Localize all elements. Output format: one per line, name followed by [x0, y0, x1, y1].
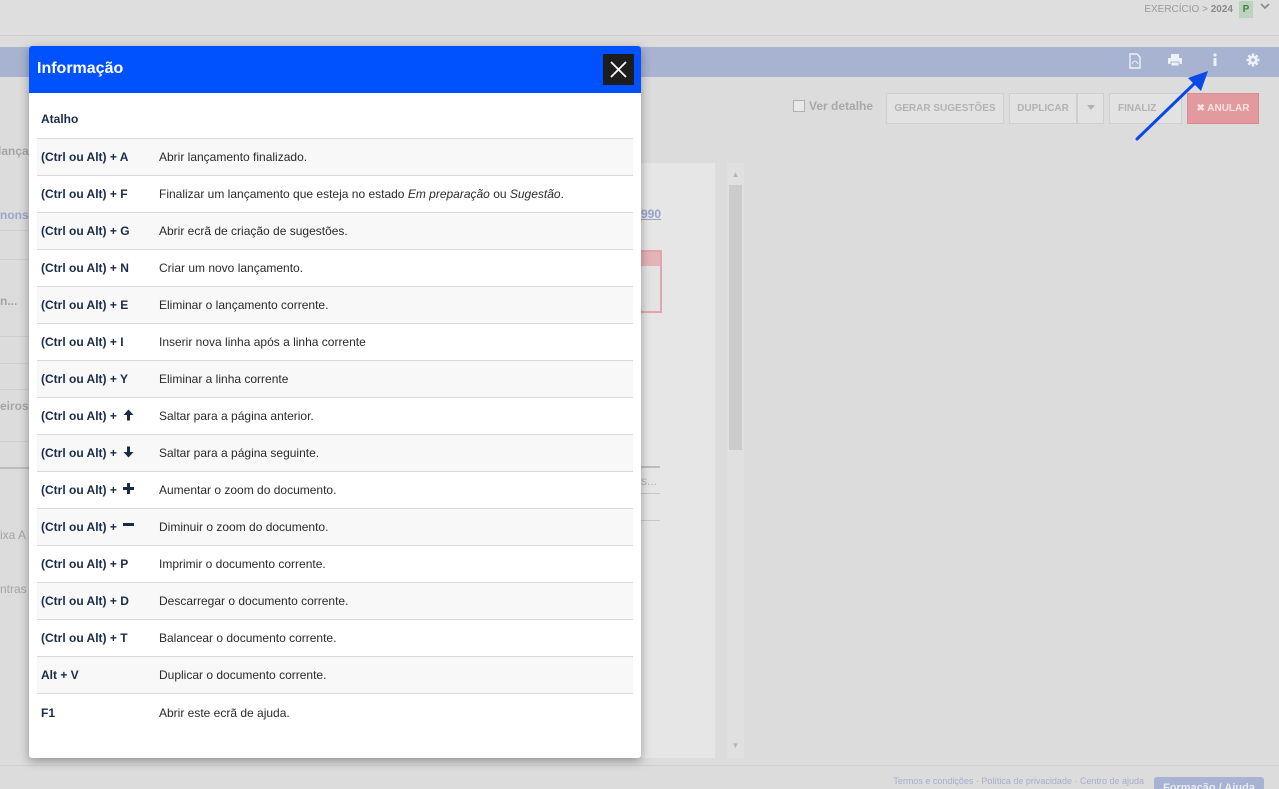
- left-fragment: ixa A: [0, 528, 27, 542]
- ver-detalhe-label: Ver detalhe: [809, 99, 874, 113]
- table-row: (Ctrl ou Alt) + Diminuir o zoom do docum…: [37, 509, 633, 546]
- table-row: (Ctrl ou Alt) + G Abrir ecrã de criação …: [37, 213, 633, 250]
- shortcut-key: (Ctrl ou Alt) + Y: [41, 372, 128, 386]
- left-panel: lançam nons n... eiros ixa A ntras: [0, 135, 39, 605]
- shortcut-description: Inserir nova linha após a linha corrente: [159, 335, 366, 349]
- shortcut-key: (Ctrl ou Alt) +: [41, 435, 134, 471]
- shortcut-description: Aumentar o zoom do documento.: [159, 483, 337, 497]
- print-icon[interactable]: [1166, 53, 1184, 71]
- table-row: (Ctrl ou Alt) + N Criar um novo lançamen…: [37, 250, 633, 287]
- ver-detalhe-checkbox[interactable]: [793, 100, 805, 112]
- shortcut-description: Eliminar o lançamento corrente.: [159, 298, 329, 312]
- document-alert-box: [641, 250, 662, 313]
- arrow-down-icon: [123, 446, 134, 461]
- table-row: (Ctrl ou Alt) + E Eliminar o lançamento …: [37, 287, 633, 324]
- modal-header: Informação: [29, 46, 641, 93]
- ver-detalhe-toggle[interactable]: Ver detalhe: [793, 99, 873, 113]
- table-header: Atalho: [37, 93, 633, 139]
- close-icon: [610, 61, 627, 78]
- table-row: (Ctrl ou Alt) + F Finalizar um lançament…: [37, 176, 633, 213]
- exercicio-selector[interactable]: EXERCÍCIO > 2024: [1144, 4, 1233, 15]
- shortcut-key: (Ctrl ou Alt) + E: [41, 298, 129, 312]
- finalizar-button[interactable]: FINALIZ: [1109, 93, 1182, 124]
- shortcut-table: Atalho (Ctrl ou Alt) + A Abrir lançament…: [37, 93, 633, 731]
- shortcut-key: F1: [41, 705, 56, 720]
- table-row: (Ctrl ou Alt) + I Inserir nova linha apó…: [37, 324, 633, 361]
- table-row: (Ctrl ou Alt) + Saltar para a página seg…: [37, 435, 633, 472]
- shortcut-description: Criar um novo lançamento.: [159, 261, 304, 275]
- plus-icon: [122, 483, 134, 497]
- shortcut-description: Abrir ecrã de criação de sugestões.: [159, 224, 348, 238]
- shortcut-description: Saltar para a página seguinte.: [159, 446, 320, 460]
- shortcut-description: Imprimir o documento corrente.: [159, 557, 326, 571]
- info-icon[interactable]: [1206, 53, 1224, 71]
- shortcut-key: Alt + V: [41, 668, 79, 682]
- table-row: (Ctrl ou Alt) + A Abrir lançamento final…: [37, 139, 633, 176]
- shortcut-key: (Ctrl ou Alt) + I: [41, 335, 124, 349]
- information-modal: Informação Atalho (Ctrl ou Alt) + A Abri…: [29, 46, 641, 758]
- shortcut-key: (Ctrl ou Alt) + T: [41, 631, 128, 645]
- shortcut-key: (Ctrl ou Alt) + D: [41, 594, 129, 608]
- left-fragment: ntras: [0, 582, 27, 596]
- duplicar-dropdown-button[interactable]: [1077, 93, 1104, 124]
- table-row: (Ctrl ou Alt) + T Balancear o documento …: [37, 620, 633, 657]
- shortcut-description: Saltar para a página anterior.: [159, 409, 314, 423]
- table-row: (Ctrl ou Alt) + Y Eliminar a linha corre…: [37, 361, 633, 398]
- exercicio-label: EXERCÍCIO >: [1144, 4, 1208, 15]
- anular-button[interactable]: ✖ ANULAR: [1187, 93, 1259, 124]
- scrollbar-thumb[interactable]: [729, 185, 742, 450]
- column-header-atalho: Atalho: [41, 111, 79, 126]
- table-row: (Ctrl ou Alt) + P Imprimir o documento c…: [37, 546, 633, 583]
- footer-links[interactable]: Termos e condições · Política de privaci…: [893, 776, 1144, 786]
- shortcut-key: (Ctrl ou Alt) + P: [41, 557, 129, 571]
- shortcut-key: (Ctrl ou Alt) +: [41, 509, 134, 545]
- shortcut-description: Finalizar um lançamento que esteja no es…: [159, 187, 564, 201]
- chevron-down-icon[interactable]: [1259, 0, 1271, 15]
- document-fragment: s...: [641, 474, 658, 488]
- table-row: (Ctrl ou Alt) + Saltar para a página ant…: [37, 398, 633, 435]
- shortcut-description: Duplicar o documento corrente.: [159, 668, 327, 682]
- shortcut-description: Eliminar a linha corrente: [159, 372, 289, 386]
- shortcut-key: (Ctrl ou Alt) +: [41, 472, 134, 508]
- left-fragment: nons: [0, 208, 29, 222]
- table-row: (Ctrl ou Alt) + Aumentar o zoom do docum…: [37, 472, 633, 509]
- shortcut-key: (Ctrl ou Alt) + A: [41, 150, 129, 164]
- table-row: (Ctrl ou Alt) + D Descarregar o document…: [37, 583, 633, 620]
- exercicio-year: 2024: [1210, 4, 1233, 15]
- close-button[interactable]: [603, 54, 634, 85]
- shortcut-description: Balancear o documento corrente.: [159, 631, 337, 645]
- left-fragment: eiros: [0, 399, 29, 413]
- modal-title: Informação: [37, 60, 124, 77]
- table-row: F1 Abrir este ecrã de ajuda.: [37, 694, 633, 731]
- profile-badge[interactable]: P: [1239, 1, 1253, 18]
- shortcut-description: Diminuir o zoom do documento.: [159, 520, 329, 534]
- shortcut-key: (Ctrl ou Alt) + G: [41, 224, 130, 238]
- gerar-sugestoes-button[interactable]: GERAR SUGESTÕES: [886, 93, 1004, 124]
- arrow-up-icon: [123, 409, 134, 424]
- document-number[interactable]: 990: [641, 207, 661, 221]
- top-bar: [0, 0, 1279, 36]
- shortcut-description: Abrir este ecrã de ajuda.: [159, 705, 290, 720]
- left-fragment: n...: [0, 294, 18, 308]
- pdf-icon[interactable]: [1126, 53, 1144, 71]
- scroll-down-icon[interactable]: ▼: [729, 741, 742, 750]
- table-row: Alt + V Duplicar o documento corrente.: [37, 657, 633, 694]
- shortcut-description: Descarregar o documento corrente.: [159, 594, 349, 608]
- shortcut-description: Abrir lançamento finalizado.: [159, 150, 308, 164]
- shortcut-key: (Ctrl ou Alt) +: [41, 398, 134, 434]
- duplicar-button[interactable]: DUPLICAR: [1009, 93, 1077, 124]
- shortcut-key: (Ctrl ou Alt) + F: [41, 187, 128, 201]
- caret-down-icon: [1086, 103, 1095, 114]
- scroll-up-icon[interactable]: ▲: [729, 170, 742, 179]
- gear-icon[interactable]: [1244, 53, 1262, 71]
- shortcut-key: (Ctrl ou Alt) + N: [41, 261, 129, 275]
- minus-icon: [122, 520, 134, 534]
- formacao-ajuda-button[interactable]: Formação / Ajuda: [1154, 777, 1264, 789]
